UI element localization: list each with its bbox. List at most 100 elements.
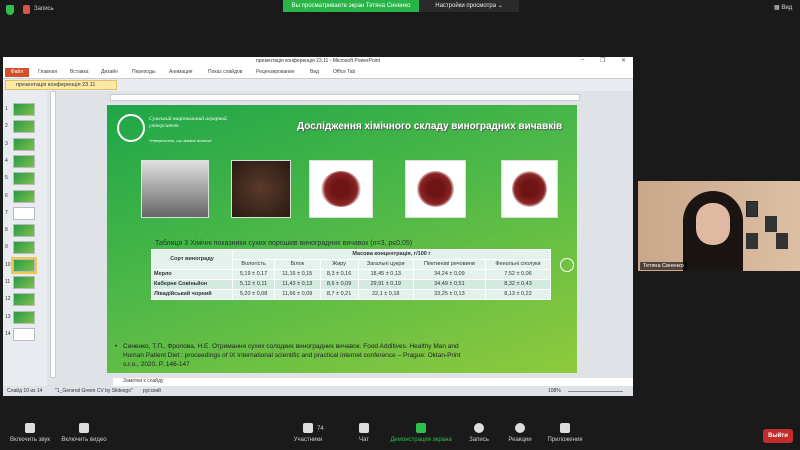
- slide-thumbnail[interactable]: [13, 327, 35, 341]
- slide-number: 14: [5, 330, 11, 337]
- slide-number: 1: [5, 106, 8, 112]
- university-slogan: Університет, що змінює життя!: [149, 138, 212, 143]
- slide-thumbnail[interactable]: [13, 172, 35, 186]
- slide-number: 9: [5, 244, 8, 251]
- slide-thumbnail[interactable]: [13, 224, 35, 238]
- slide-number: 10: [5, 261, 11, 268]
- logo-emblem-icon: [117, 114, 145, 142]
- slide-thumbnail[interactable]: [13, 293, 35, 307]
- record-icon: [23, 5, 30, 14]
- minimize-button[interactable]: –: [581, 57, 584, 63]
- zoom-level[interactable]: 108%: [548, 386, 561, 396]
- slide: Сумський національний аграрний університ…: [107, 105, 577, 373]
- table-cell: 7,52 ± 0,06: [485, 269, 551, 280]
- slide-number: 2: [5, 123, 8, 130]
- apps-icon: [560, 423, 570, 433]
- slide-thumbnail[interactable]: [13, 154, 35, 168]
- table-caption: Таблиця 3 Хімічні показники сухих порошк…: [155, 240, 413, 247]
- tab-file[interactable]: Файл: [5, 68, 29, 77]
- slide-thumbnail[interactable]: [11, 256, 37, 274]
- table-cell: 34,24 ± 0,09: [412, 269, 487, 280]
- document-tabs: презентація конференція 23.11: [3, 79, 633, 91]
- slide-thumbnail[interactable]: [13, 206, 35, 220]
- window-title: презентація конференція 23.11 - Microsof…: [3, 57, 633, 66]
- column-group: Масова концентрація, г/100 г: [232, 249, 551, 260]
- close-button[interactable]: ✕: [621, 57, 626, 64]
- reactions-icon: [515, 423, 525, 433]
- chat-icon: [359, 423, 369, 433]
- variety-name: Мерло: [150, 269, 234, 280]
- slide-number: 13: [5, 313, 11, 320]
- zoom-top-bar: Запись Вы просматриваете экран Тетяна Си…: [0, 0, 800, 20]
- slide-number: 3: [5, 140, 8, 147]
- view-options-button[interactable]: Настройки просмотра ⌄: [419, 0, 519, 12]
- table-cell: 8,13 ± 0,22: [485, 289, 551, 300]
- row-header: Сорт винограду: [150, 249, 234, 270]
- notes-pane[interactable]: Заметки к слайду: [113, 378, 633, 386]
- horizontal-ruler: [110, 94, 580, 101]
- slide-number: 6: [5, 192, 8, 199]
- variety-name: Каберне Совіньйон: [150, 279, 234, 290]
- restore-button[interactable]: ❐: [600, 57, 605, 64]
- tab-office-tab[interactable]: Office Tab: [333, 69, 355, 75]
- tab-animation[interactable]: Анимация: [169, 69, 192, 75]
- start-video-button[interactable]: Включить видео: [49, 415, 119, 443]
- composition-table: Сорт винограду Масова концентрація, г/100…: [150, 249, 551, 300]
- microphone-muted-icon: [25, 423, 35, 433]
- participant-video[interactable]: Тетяна Синенко: [638, 181, 800, 271]
- wall-picture: [746, 201, 758, 217]
- powerpoint-window: презентація конференція 23.11 - Microsof…: [3, 57, 633, 396]
- tab-view[interactable]: Вид: [310, 69, 319, 75]
- video-off-icon: [79, 423, 89, 433]
- table-cell: 8,6 ± 0,09: [319, 279, 359, 290]
- slide-thumbnail[interactable]: [13, 189, 35, 203]
- column-header: Білок: [274, 259, 321, 270]
- column-header: Жиру: [319, 259, 359, 270]
- tab-slideshow[interactable]: Показ слайдов: [208, 69, 242, 75]
- slide-thumbnail[interactable]: [13, 120, 35, 134]
- wall-picture: [776, 233, 788, 249]
- label: Чат: [359, 437, 369, 443]
- table-cell: 5,19 ± 0,17: [232, 269, 276, 280]
- tab-design[interactable]: Дизайн: [101, 69, 118, 75]
- table-cell: 11,66 ± 0,09: [274, 289, 321, 300]
- dryer-image: [141, 160, 209, 218]
- column-header: Загальні цукри: [357, 259, 414, 270]
- table-cell: 8,3 ± 0,16: [319, 269, 359, 280]
- university-logo: Сумський національний аграрний університ…: [113, 111, 228, 147]
- column-header: Вологість: [232, 259, 276, 270]
- vertical-ruler: [50, 91, 56, 378]
- person-face: [696, 203, 730, 245]
- variety-name: Лівадійський чорний: [150, 289, 234, 300]
- slide-thumbnail[interactable]: [13, 276, 35, 289]
- tab-insert[interactable]: Вставка: [70, 69, 89, 75]
- document-tab[interactable]: презентація конференція 23.11: [5, 80, 117, 90]
- apps-button[interactable]: Приложения: [530, 415, 600, 443]
- slide-number: 5: [5, 175, 8, 182]
- view-button[interactable]: ▦ Вид: [774, 4, 792, 11]
- slide-thumbnail[interactable]: [13, 241, 35, 255]
- slide-thumbnail[interactable]: [13, 310, 35, 324]
- table-row: Лівадійський чорний 5,20 ± 0,08 11,66 ± …: [150, 289, 551, 300]
- shield-icon[interactable]: [6, 5, 14, 15]
- table-cell: 5,20 ± 0,08: [232, 289, 276, 300]
- slide-thumbnails: 1 2 3 4 5 6 7 8 9 10 11 12 13 14: [3, 91, 47, 386]
- label: Включить видео: [61, 437, 107, 443]
- slide-title: Дослідження хімічного складу виноградних…: [297, 121, 563, 132]
- tab-transitions[interactable]: Переходы: [132, 69, 155, 75]
- label: Приложения: [547, 437, 583, 443]
- tab-home[interactable]: Главная: [38, 69, 57, 75]
- tab-review[interactable]: Рецензирование: [256, 69, 295, 75]
- share-screen-icon: [416, 423, 426, 433]
- circle-shape: [560, 258, 574, 272]
- table-cell: 34,49 ± 0,51: [412, 279, 487, 290]
- participants-count: 74: [317, 426, 324, 432]
- language: русский: [143, 388, 161, 394]
- slide-thumbnail[interactable]: [13, 103, 35, 116]
- leave-button[interactable]: Выйти: [763, 429, 793, 443]
- zoom-toolbar: Включить звук Включить видео Участники 7…: [0, 415, 800, 450]
- zoom-slider[interactable]: [568, 391, 623, 392]
- ribbon-tabs: Файл Главная Вставка Дизайн Переходы Ани…: [3, 66, 633, 79]
- slide-thumbnail[interactable]: [13, 137, 35, 151]
- reference-text: Синенко, Т.П., Фролова, Н.Е. Отримання с…: [115, 342, 475, 369]
